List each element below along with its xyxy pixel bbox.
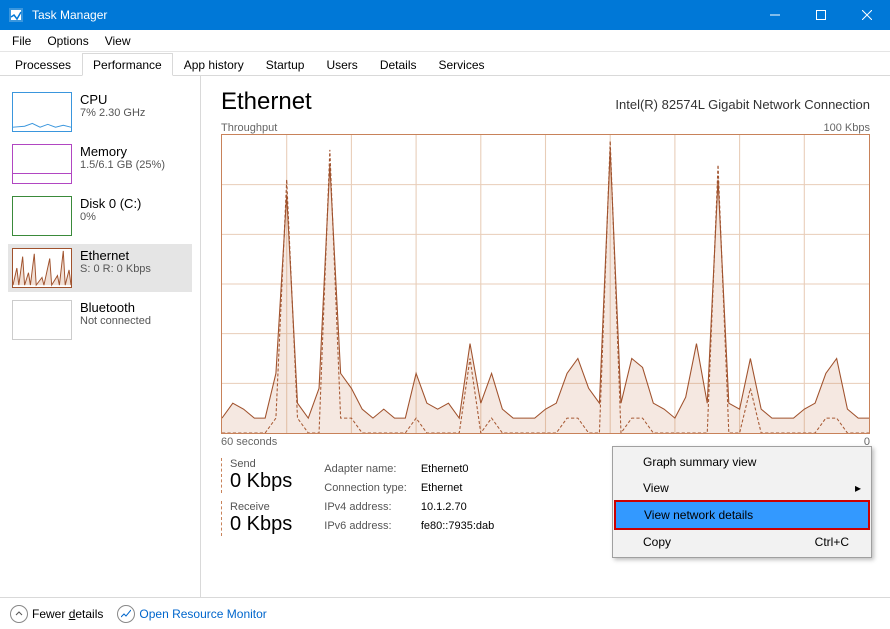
chart-label-tl: Throughput bbox=[221, 122, 277, 134]
sidebar-label: Ethernet bbox=[80, 248, 151, 263]
tab-services[interactable]: Services bbox=[428, 53, 496, 76]
sidebar-sub: S: 0 R: 0 Kbps bbox=[80, 263, 151, 275]
sidebar-sub: 0% bbox=[80, 211, 141, 223]
ctx-copy[interactable]: CopyCtrl+C bbox=[615, 529, 869, 555]
chevron-up-icon bbox=[10, 605, 28, 623]
sidebar-item-memory[interactable]: Memory1.5/6.1 GB (25%) bbox=[8, 140, 192, 188]
detail-hardware: Intel(R) 82574L Gigabit Network Connecti… bbox=[615, 97, 870, 112]
menu-view[interactable]: View bbox=[97, 32, 139, 50]
tab-performance[interactable]: Performance bbox=[82, 53, 173, 76]
fewer-details-button[interactable]: Fewer details bbox=[10, 605, 103, 623]
sidebar-item-disk[interactable]: Disk 0 (C:)0% bbox=[8, 192, 192, 240]
tab-details[interactable]: Details bbox=[369, 53, 428, 76]
send-label: Send bbox=[230, 458, 292, 470]
maximize-button[interactable] bbox=[798, 0, 844, 30]
sidebar-item-ethernet[interactable]: EthernetS: 0 R: 0 Kbps bbox=[8, 244, 192, 292]
xaxis-left: 60 seconds bbox=[221, 436, 277, 448]
detail-title: Ethernet bbox=[221, 88, 312, 116]
context-menu: Graph summary view View▸ View network de… bbox=[612, 446, 872, 558]
tab-strip: Processes Performance App history Startu… bbox=[0, 52, 890, 76]
status-bar: Fewer details Open Resource Monitor bbox=[0, 597, 890, 629]
sidebar-label: CPU bbox=[80, 92, 145, 107]
sidebar-sub: Not connected bbox=[80, 315, 151, 327]
chevron-right-icon: ▸ bbox=[855, 481, 861, 495]
sidebar-item-bluetooth[interactable]: BluetoothNot connected bbox=[8, 296, 192, 344]
ctx-graph-summary[interactable]: Graph summary view bbox=[615, 449, 869, 475]
perf-sidebar: CPU7% 2.30 GHz Memory1.5/6.1 GB (25%) Di… bbox=[0, 76, 200, 597]
sidebar-sub: 7% 2.30 GHz bbox=[80, 107, 145, 119]
sidebar-sub: 1.5/6.1 GB (25%) bbox=[80, 159, 165, 171]
sidebar-label: Memory bbox=[80, 144, 165, 159]
detail-pane: Ethernet Intel(R) 82574L Gigabit Network… bbox=[200, 76, 890, 597]
close-button[interactable] bbox=[844, 0, 890, 30]
minimize-button[interactable] bbox=[752, 0, 798, 30]
tab-startup[interactable]: Startup bbox=[255, 53, 316, 76]
open-resource-monitor-link[interactable]: Open Resource Monitor bbox=[117, 605, 266, 623]
ctx-shortcut: Ctrl+C bbox=[815, 535, 849, 549]
recv-value: 0 Kbps bbox=[230, 513, 292, 536]
send-value: 0 Kbps bbox=[230, 470, 292, 493]
resource-monitor-icon bbox=[117, 605, 135, 623]
app-icon bbox=[8, 7, 24, 23]
menu-options[interactable]: Options bbox=[39, 32, 96, 50]
recv-label: Receive bbox=[230, 501, 292, 513]
sidebar-item-cpu[interactable]: CPU7% 2.30 GHz bbox=[8, 88, 192, 136]
sidebar-label: Disk 0 (C:) bbox=[80, 196, 141, 211]
tab-users[interactable]: Users bbox=[315, 53, 368, 76]
ctx-view-network-details[interactable]: View network details bbox=[614, 500, 870, 530]
throughput-chart[interactable] bbox=[221, 134, 870, 434]
menu-bar: File Options View bbox=[0, 30, 890, 52]
title-bar: Task Manager bbox=[0, 0, 890, 30]
menu-file[interactable]: File bbox=[4, 32, 39, 50]
network-props: Adapter name:Ethernet0 Connection type:E… bbox=[322, 458, 508, 536]
chart-label-tr: 100 Kbps bbox=[824, 122, 870, 134]
window-title: Task Manager bbox=[32, 8, 752, 22]
ctx-view[interactable]: View▸ bbox=[615, 475, 869, 501]
sidebar-label: Bluetooth bbox=[80, 300, 151, 315]
tab-app-history[interactable]: App history bbox=[173, 53, 255, 76]
tab-processes[interactable]: Processes bbox=[4, 53, 82, 76]
